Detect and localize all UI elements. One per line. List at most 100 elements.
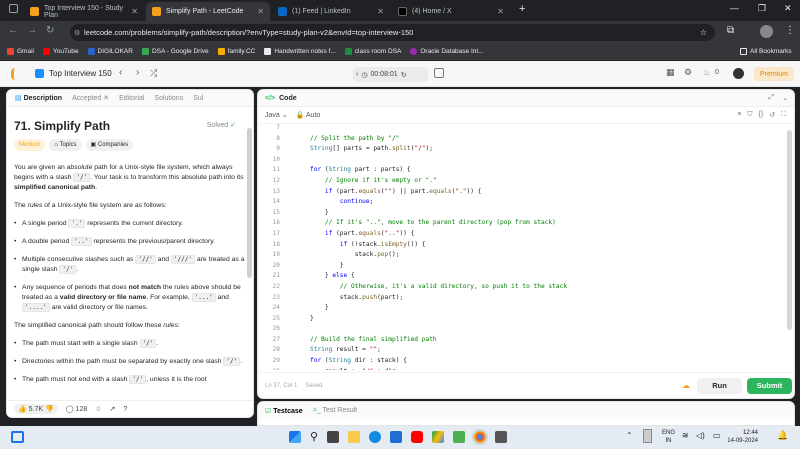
bookmark-handwritten-notes[interactable]: Handwritten notes f... bbox=[264, 47, 336, 55]
format-icon[interactable]: ≡ bbox=[737, 111, 741, 119]
settings-icon[interactable]: ⚙ bbox=[684, 67, 692, 78]
code-line[interactable]: 23 stack.push(part); bbox=[258, 294, 788, 305]
chrome-icon[interactable] bbox=[472, 428, 489, 445]
bookmark-digilokar[interactable]: DIGILOKAR bbox=[87, 47, 133, 55]
code-line[interactable]: 20 } bbox=[258, 262, 788, 273]
timer-widget[interactable]: ‹ ◷ 00:08:01 ↻ bbox=[353, 67, 428, 82]
submit-button[interactable]: Submit bbox=[747, 377, 792, 394]
collapse-icon[interactable]: ⌄ bbox=[782, 94, 788, 102]
share-icon[interactable]: ↗ bbox=[110, 405, 116, 413]
code-line[interactable]: 17 if (part.equals("..")) { bbox=[258, 230, 788, 241]
tab-solutions[interactable]: Solutions bbox=[154, 95, 183, 102]
next-problem-icon[interactable]: › bbox=[136, 67, 139, 78]
all-bookmarks[interactable]: All Bookmarks bbox=[740, 47, 792, 55]
code-line[interactable]: 30 result += "/" + dir; bbox=[258, 368, 788, 370]
bookmark-classroom-dsa[interactable]: class room DSA bbox=[344, 47, 401, 55]
bookmark-dsa-drive[interactable]: DSA - Google Drive bbox=[141, 47, 209, 55]
code-line[interactable]: 15 } bbox=[258, 209, 788, 220]
tab-submissions[interactable]: Sul bbox=[193, 95, 203, 102]
battery-icon[interactable] bbox=[643, 429, 652, 443]
back-icon[interactable]: ← bbox=[8, 25, 18, 36]
terminal-app-icon[interactable] bbox=[327, 430, 340, 443]
code-line[interactable]: 10 bbox=[258, 156, 788, 167]
layout-grid-icon[interactable]: ▦ bbox=[666, 67, 675, 78]
braces-icon[interactable]: {} bbox=[759, 111, 764, 119]
wifi-icon[interactable]: ≋ bbox=[682, 431, 689, 440]
close-tab-icon[interactable]: ✕ bbox=[131, 7, 138, 16]
code-line[interactable]: 9 String[] parts = path.split("/"); bbox=[258, 145, 788, 156]
upload-icon[interactable]: ☁ bbox=[682, 381, 690, 390]
browser-tab-x[interactable]: (4) Home / X ✕ bbox=[392, 2, 510, 21]
reset-timer-icon[interactable]: ↻ bbox=[401, 71, 407, 79]
code-line[interactable]: 21 } else { bbox=[258, 272, 788, 283]
code-line[interactable]: 29 for (String dir : stack) { bbox=[258, 357, 788, 368]
companies-button[interactable]: ▣ Companies bbox=[85, 139, 134, 151]
file-explorer-icon[interactable] bbox=[348, 430, 361, 443]
battery-status-icon[interactable]: ▭ bbox=[713, 431, 721, 440]
bookmark-gmail[interactable]: Gmail bbox=[7, 47, 34, 55]
tab-test-result[interactable]: >_ Test Result bbox=[313, 407, 357, 414]
tab-accepted[interactable]: Accepted ✕ bbox=[72, 94, 109, 102]
extensions-icon[interactable]: ⧉ bbox=[727, 25, 734, 36]
bookmark-youtube[interactable]: YouTube bbox=[42, 47, 79, 55]
code-line[interactable]: 28 String result = ""; bbox=[258, 346, 788, 357]
reload-icon[interactable]: ↻ bbox=[46, 25, 54, 36]
windows-start-icon[interactable] bbox=[289, 430, 301, 443]
clock[interactable]: 12:44 14-09-2024 bbox=[722, 429, 758, 445]
code-line[interactable]: 25} bbox=[258, 315, 788, 326]
thumbs-down-icon[interactable]: 👎 bbox=[45, 406, 54, 413]
comments-button[interactable]: ◯ 128 bbox=[66, 405, 87, 413]
show-hidden-icons[interactable]: ⌃ bbox=[626, 431, 633, 440]
bookmark-star-icon[interactable]: ☆ bbox=[700, 28, 707, 37]
shuffle-icon[interactable]: ⤮ bbox=[150, 68, 157, 79]
code-line[interactable]: 18 if (!stack.isEmpty()) { bbox=[258, 241, 788, 252]
run-button[interactable]: Run bbox=[697, 377, 742, 394]
language-select[interactable]: Java ⌄ bbox=[265, 111, 288, 119]
code-line[interactable]: 19 stack.pop(); bbox=[258, 251, 788, 262]
prev-problem-icon[interactable]: ‹ bbox=[119, 67, 122, 78]
help-icon[interactable]: ? bbox=[123, 406, 127, 413]
task-view-icon[interactable] bbox=[11, 431, 24, 443]
notes-icon[interactable] bbox=[434, 68, 444, 78]
close-tab-icon[interactable]: ✕ bbox=[377, 7, 384, 16]
code-line[interactable]: 14 continue; bbox=[258, 198, 788, 209]
like-button[interactable]: 👍 5.7K 👎 bbox=[14, 404, 58, 414]
browser-menu-icon[interactable]: ⋮ bbox=[785, 25, 795, 36]
bookmark-family[interactable]: family.CC bbox=[217, 47, 255, 55]
code-line[interactable]: 8 // Split the path by "/" bbox=[258, 135, 788, 146]
code-line[interactable]: 22 // Otherwise, it's a valid directory,… bbox=[258, 283, 788, 294]
notifications-icon[interactable]: 🔔 bbox=[777, 430, 788, 441]
code-editor[interactable]: 7 8 // Split the path by "/" 9 String[] part… bbox=[258, 124, 788, 370]
code-line[interactable]: 16 // If it's "..", move to the parent d… bbox=[258, 219, 788, 230]
expand-icon[interactable]: ⤢ bbox=[768, 94, 774, 102]
tab-editorial[interactable]: Editorial bbox=[119, 95, 144, 102]
tab-search-icon[interactable] bbox=[9, 4, 18, 13]
star-icon[interactable]: ☆ bbox=[95, 405, 101, 413]
tab-testcase[interactable]: ☑ Testcase bbox=[265, 407, 303, 415]
fullscreen-icon[interactable]: ⛶ bbox=[781, 111, 786, 119]
search-icon[interactable]: ⚲ bbox=[310, 430, 318, 443]
close-tab-icon[interactable]: ✕ bbox=[497, 7, 504, 16]
reset-code-icon[interactable]: ↺ bbox=[769, 111, 775, 119]
maximize-icon[interactable]: ❐ bbox=[758, 3, 766, 14]
edge-icon[interactable] bbox=[369, 430, 382, 443]
bookmark-oracle[interactable]: Oracle Database Int... bbox=[410, 47, 484, 55]
code-line[interactable]: 27 // Build the final simplified path bbox=[258, 336, 788, 347]
site-info-icon[interactable]: ⚙ bbox=[74, 29, 80, 37]
browser-tab-simplify-path[interactable]: Simplify Path - LeetCode ✕ bbox=[146, 2, 270, 21]
autocomplete-toggle[interactable]: 🔒 Auto bbox=[296, 111, 321, 119]
profile-avatar[interactable] bbox=[760, 25, 773, 38]
forward-icon[interactable]: → bbox=[27, 25, 37, 36]
collapse-timer-icon[interactable]: ‹ bbox=[356, 71, 358, 78]
description-scrollbar[interactable] bbox=[247, 128, 252, 278]
code-line[interactable]: 12 // Ignore if it's empty or "." bbox=[258, 177, 788, 188]
bookmark-icon[interactable]: ⛉ bbox=[747, 111, 752, 119]
app-icon[interactable] bbox=[495, 430, 508, 443]
new-tab-icon[interactable]: + bbox=[519, 3, 525, 15]
url-field[interactable]: ⚙ leetcode.com/problems/simplify-path/de… bbox=[70, 24, 715, 41]
browser-tab-linkedin[interactable]: (1) Feed | LinkedIn ✕ bbox=[272, 2, 390, 21]
minimize-icon[interactable]: — bbox=[730, 3, 739, 13]
code-line[interactable]: 13 if (part.equals("") || part.equals(".… bbox=[258, 188, 788, 199]
topics-button[interactable]: ⌂ Topics bbox=[49, 139, 82, 151]
user-avatar[interactable] bbox=[733, 68, 744, 79]
